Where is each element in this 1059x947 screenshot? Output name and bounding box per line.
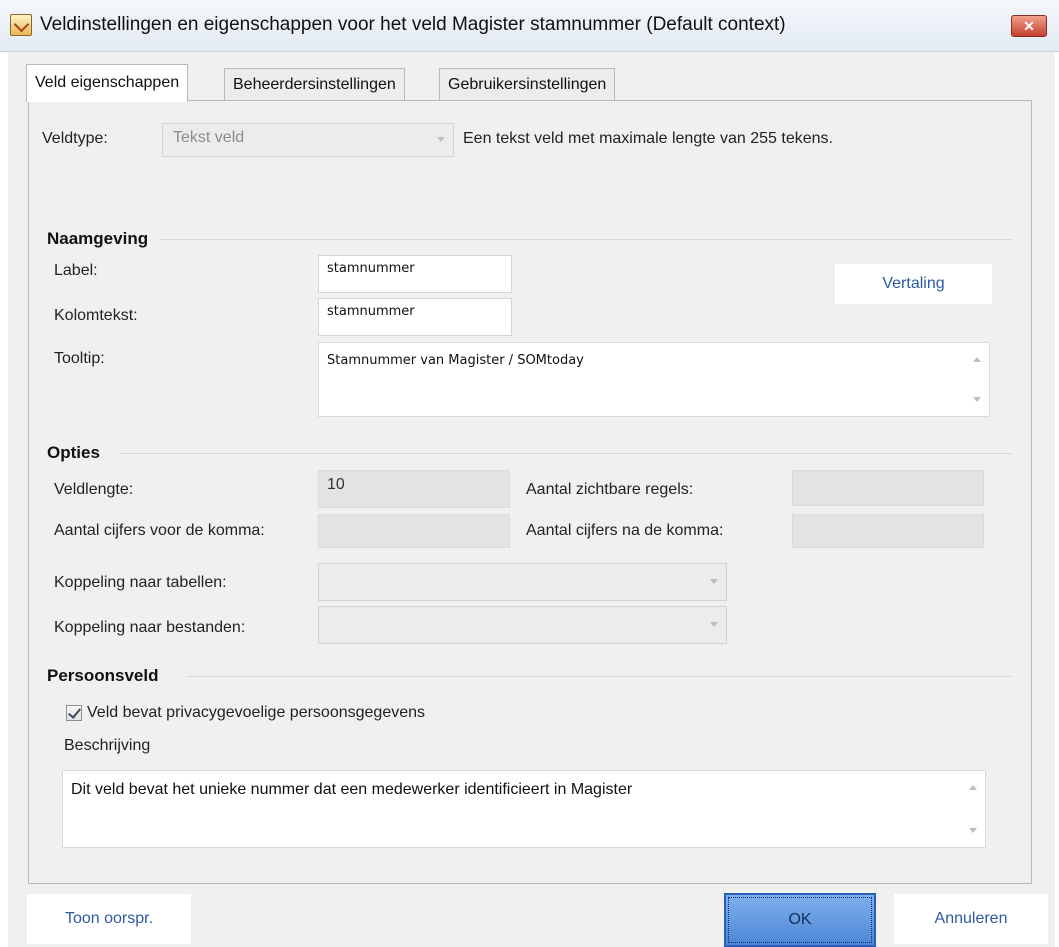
opties-heading: Opties <box>47 443 100 462</box>
chevron-down-icon <box>710 579 718 584</box>
toon-oorspr-button[interactable]: Toon oorspr. <box>26 893 192 945</box>
zichtbare-regels-input[interactable] <box>792 470 984 506</box>
cijfers-voor-label: Aantal cijfers voor de komma: <box>54 522 265 539</box>
label-input[interactable]: stamnummer <box>318 255 512 293</box>
beschrijving-label: Beschrijving <box>64 737 151 754</box>
tooltip-label: Tooltip: <box>54 350 105 367</box>
veldtype-dropdown[interactable]: Tekst veld <box>162 123 454 157</box>
veldtype-description: Een tekst veld met maximale lengte van 2… <box>463 130 833 147</box>
chevron-down-icon <box>710 622 718 627</box>
persoonsveld-heading: Persoonsveld <box>47 666 159 685</box>
veldlengte-input[interactable]: 10 <box>318 470 510 508</box>
veldlengte-label: Veldlengte: <box>54 481 134 498</box>
vertaling-button[interactable]: Vertaling <box>834 263 993 305</box>
title-bar: Veldinstellingen en eigenschappen voor h… <box>0 0 1059 52</box>
koppeling-tabellen-label: Koppeling naar tabellen: <box>54 574 227 591</box>
tab-veld-eigenschappen[interactable]: Veld eigenschappen <box>26 64 189 102</box>
koppeling-bestanden-dropdown[interactable] <box>318 606 727 644</box>
cijfers-na-label: Aantal cijfers na de komma: <box>526 522 724 539</box>
veldtype-label: Veldtype: <box>42 130 108 147</box>
kolomtekst-label: Kolomtekst: <box>54 307 138 324</box>
tab-beheerdersinstellingen[interactable]: Beheerdersinstellingen <box>224 68 405 100</box>
app-icon <box>10 14 32 36</box>
ok-button[interactable]: OK <box>724 893 876 947</box>
beschrijving-textarea[interactable]: Dit veld bevat het unieke nummer dat een… <box>62 770 986 848</box>
close-button[interactable]: ✕ <box>1011 15 1047 37</box>
veldtype-value: Tekst veld <box>173 129 245 146</box>
chevron-down-icon <box>437 137 445 142</box>
privacy-checkbox[interactable] <box>66 705 82 721</box>
scroll-up-icon[interactable] <box>973 357 981 362</box>
tooltip-text: Stamnummer van Magister / SOMtoday <box>327 353 584 368</box>
scroll-down-icon[interactable] <box>969 828 977 833</box>
scroll-down-icon[interactable] <box>973 397 981 402</box>
divider <box>160 239 1012 240</box>
scroll-up-icon[interactable] <box>969 785 977 790</box>
koppeling-tabellen-dropdown[interactable] <box>318 563 727 601</box>
beschrijving-text: Dit veld bevat het unieke nummer dat een… <box>71 781 633 798</box>
zichtbare-regels-label: Aantal zichtbare regels: <box>526 481 694 498</box>
cijfers-voor-input[interactable] <box>318 514 510 548</box>
window-title: Veldinstellingen en eigenschappen voor h… <box>40 14 786 35</box>
privacy-checkbox-label[interactable]: Veld bevat privacygevoelige persoonsgege… <box>87 704 425 722</box>
divider <box>120 453 1012 454</box>
label-field-label: Label: <box>54 262 98 279</box>
annuleren-button[interactable]: Annuleren <box>893 893 1049 945</box>
divider <box>186 676 1012 677</box>
kolomtekst-input[interactable]: stamnummer <box>318 298 512 336</box>
tab-gebruikersinstellingen[interactable]: Gebruikersinstellingen <box>439 68 616 100</box>
naamgeving-heading: Naamgeving <box>47 229 149 248</box>
cijfers-na-input[interactable] <box>792 514 984 548</box>
koppeling-bestanden-label: Koppeling naar bestanden: <box>54 619 246 636</box>
tooltip-textarea[interactable]: Stamnummer van Magister / SOMtoday <box>318 342 990 417</box>
